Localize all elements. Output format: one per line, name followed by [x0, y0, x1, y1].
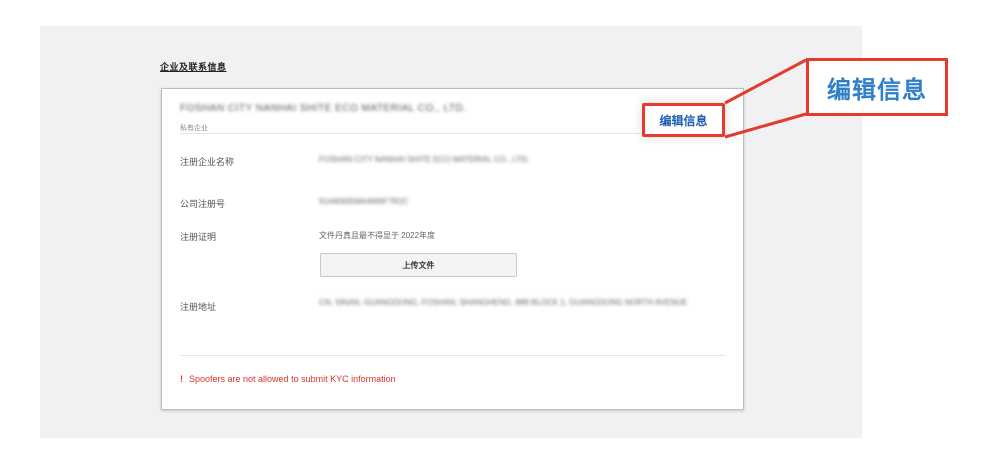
edit-info-callout: 编辑信息	[806, 58, 948, 116]
kyc-warning: ! Spoofers are not allowed to submit KYC …	[180, 374, 396, 384]
row-label-registration-proof: 注册证明	[180, 232, 217, 242]
row-value-registered-address: CN, SINAN, GUANGDONG, FOSHAN, SHANGHENG,…	[319, 298, 688, 307]
upload-file-button[interactable]: 上传文件	[320, 253, 517, 277]
kyc-warning-text: Spoofers are not allowed to submit KYC i…	[189, 374, 396, 384]
row-value-company-name: FOSHAN CITY NANHAI SHITE ECO MATERIAL CO…	[319, 155, 530, 164]
card-divider-bottom	[180, 355, 725, 356]
callout-text: 编辑信息	[827, 76, 927, 104]
company-type: 私有企业	[180, 125, 208, 132]
row-value-registration-proof: 文件丹真且最不得显于 2022年度	[319, 231, 436, 240]
row-label-registration-number: 公司注册号	[180, 199, 226, 209]
edit-info-link[interactable]: 编辑信息	[659, 112, 707, 129]
edit-info-highlight: 编辑信息	[642, 103, 725, 137]
row-value-registration-number: 91440605MA4W6F7R2C	[319, 197, 409, 206]
row-label-company-name: 注册企业名称	[180, 157, 235, 167]
company-name: FOSHAN CITY NANHAI SHITE ECO MATERIAL CO…	[180, 103, 467, 114]
row-label-registered-address: 注册地址	[180, 302, 217, 312]
section-title: 企业及联系信息	[160, 62, 227, 72]
warning-icon: !	[180, 374, 183, 384]
